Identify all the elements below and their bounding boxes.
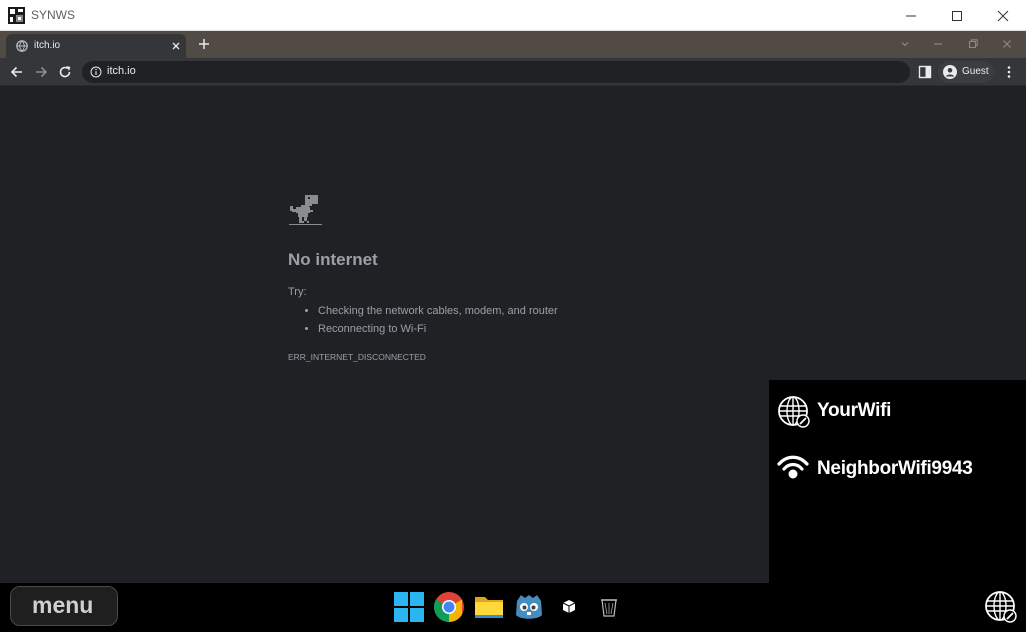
minimize-button[interactable] [888,0,934,31]
browser-minimize-icon[interactable] [932,38,944,50]
godot-icon[interactable] [513,591,545,623]
menu-label: menu [32,592,94,618]
menu-dots-icon[interactable] [1002,64,1016,80]
wifi-network-name: NeighborWifi9943 [817,458,973,479]
site-info-icon[interactable] [90,66,102,78]
new-tab-icon[interactable] [197,37,211,51]
error-title: No internet [288,250,378,269]
window-titlebar: SYNWS [0,0,1026,31]
suggestion-item: Checking the network cables, modem, and … [318,304,558,322]
back-icon[interactable] [9,64,25,80]
app-icon [8,7,25,24]
maximize-icon [952,10,962,21]
browser-restore-icon[interactable] [967,38,979,50]
suggestion-item: Reconnecting to Wi-Fi [318,322,558,340]
tab-close-icon[interactable] [170,40,182,52]
close-window-button[interactable] [980,0,1026,31]
error-code: ERR_INTERNET_DISCONNECTED [288,352,426,362]
maximize-button[interactable] [934,0,980,31]
avatar-icon [943,65,957,79]
browser-close-icon[interactable] [1001,38,1013,50]
cube-icon[interactable] [553,591,585,623]
menu-button[interactable]: menu [10,586,118,626]
wifi-network-name: YourWifi [817,400,892,421]
file-explorer-icon[interactable] [473,591,505,623]
taskbar: menu [0,583,1026,632]
start-icon[interactable] [393,591,425,623]
tab-itch[interactable]: itch.io [6,34,186,58]
profile-button[interactable]: Guest [938,61,994,83]
recycle-bin-icon[interactable] [593,591,625,623]
chrome-icon[interactable] [433,591,465,623]
network-globe-icon[interactable] [984,590,1018,624]
forward-icon[interactable] [33,64,49,80]
tab-title: itch.io [34,40,61,51]
window-title: SYNWS [31,8,76,22]
address-bar[interactable]: itch.io [82,61,910,83]
globe-favicon-icon [16,40,28,52]
globe-icon [778,396,810,428]
wifi-panel: YourWifi NeighborWifi9943 [769,380,1026,583]
try-label: Try: [288,286,307,298]
browser-toolbar: itch.io Guest [0,58,1026,86]
url-text[interactable]: itch.io [107,65,136,77]
tab-strip: itch.io [0,31,1026,58]
profile-name: Guest [962,66,989,77]
dino-icon[interactable] [288,193,322,227]
wifi-icon [777,455,809,479]
side-panel-icon[interactable] [918,65,932,79]
minimize-icon [906,15,916,16]
suggestion-list: Checking the network cables, modem, and … [288,304,558,340]
close-icon [997,10,1009,21]
tab-search-chevron-icon[interactable] [899,38,911,50]
reload-icon[interactable] [57,64,73,80]
